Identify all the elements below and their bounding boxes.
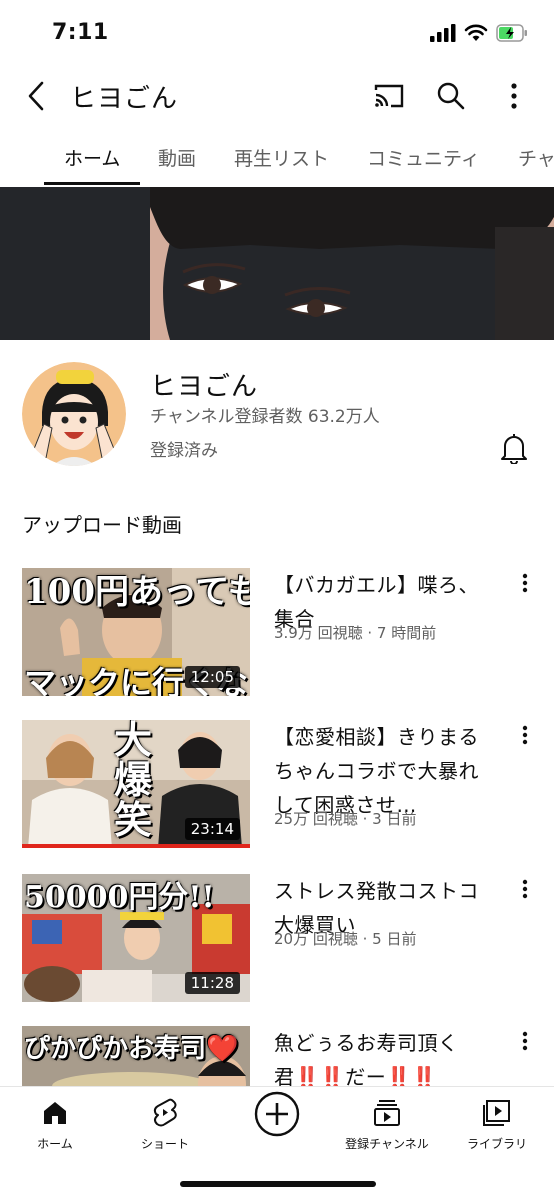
thumbnail-caption: 大爆笑 bbox=[114, 720, 153, 842]
video-duration: 12:05 bbox=[184, 666, 240, 688]
video-item[interactable]: 大爆笑 23:14 【恋愛相談】きりまるちゃんコラボで大暴れして困惑させ… 25… bbox=[0, 720, 554, 860]
more-vertical-icon bbox=[522, 573, 528, 593]
tab-channels[interactable]: チャ bbox=[518, 144, 554, 171]
home-icon bbox=[44, 1102, 66, 1124]
app-header: ヒヨごん bbox=[0, 64, 554, 128]
channel-banner bbox=[0, 187, 554, 340]
nav-home[interactable]: ホーム bbox=[0, 1095, 110, 1155]
active-tab-indicator bbox=[44, 182, 140, 185]
thumbnail-caption: 50000円分!! bbox=[24, 880, 215, 915]
video-title[interactable]: 【恋愛相談】きりまるちゃんコラボで大暴れして困惑させ… bbox=[274, 720, 498, 822]
thumbnail-caption: ぴかぴかお寿司❤️ bbox=[24, 1034, 239, 1064]
subscriber-count: チャンネル登録者数 63.2万人 bbox=[150, 407, 380, 427]
channel-avatar[interactable] bbox=[22, 362, 126, 466]
nav-home-label: ホーム bbox=[37, 1137, 73, 1151]
status-icons bbox=[430, 24, 528, 42]
more-options-button[interactable] bbox=[494, 76, 534, 116]
video-duration: 23:14 bbox=[184, 818, 240, 840]
header-title: ヒヨごん bbox=[70, 84, 179, 114]
video-more-button[interactable] bbox=[510, 720, 540, 750]
more-vertical-icon bbox=[522, 1031, 528, 1051]
video-more-button[interactable] bbox=[510, 568, 540, 598]
video-item[interactable]: 50000円分!! 11:28 ストレス発散コストコ大爆買い 20万 回視聴 ·… bbox=[0, 874, 554, 1014]
video-thumbnail[interactable]: 50000円分!! 11:28 bbox=[22, 874, 250, 1002]
cellular-signal-icon bbox=[430, 24, 456, 42]
video-thumbnail[interactable]: 大爆笑 23:14 bbox=[22, 720, 250, 848]
banner-image bbox=[0, 187, 554, 340]
search-button[interactable] bbox=[431, 76, 471, 116]
battery-charging-icon bbox=[496, 24, 527, 42]
status-bar: 7:11 bbox=[0, 0, 554, 64]
tab-home[interactable]: ホーム bbox=[64, 144, 120, 171]
search-icon bbox=[437, 82, 465, 110]
video-more-button[interactable] bbox=[510, 874, 540, 904]
nav-create[interactable] bbox=[222, 1089, 332, 1149]
tab-playlists[interactable]: 再生リスト bbox=[234, 144, 329, 171]
video-thumbnail[interactable]: 100円あっても マックに行くな 12:05 bbox=[22, 568, 250, 696]
nav-shorts[interactable]: ショート bbox=[110, 1095, 220, 1155]
chevron-left-icon bbox=[28, 81, 44, 111]
channel-name: ヒヨごん bbox=[150, 372, 259, 402]
tab-community[interactable]: コミュニティ bbox=[367, 144, 480, 171]
home-indicator bbox=[180, 1181, 376, 1187]
bell-icon bbox=[501, 434, 527, 464]
video-duration: 11:28 bbox=[184, 972, 240, 994]
subscriptions-icon bbox=[374, 1100, 400, 1126]
more-vertical-icon bbox=[522, 879, 528, 899]
nav-library-label: ライブラリ bbox=[466, 1137, 527, 1151]
tab-videos[interactable]: 動画 bbox=[158, 144, 196, 171]
video-meta: 25万 回視聴 · 3 日前 bbox=[274, 810, 417, 828]
video-item[interactable]: ぴかぴかお寿司❤️ 魚どぅるお寿司頂く君‼️‼️だー‼️‼️ bbox=[0, 1026, 554, 1086]
video-meta: 20万 回視聴 · 5 日前 bbox=[274, 930, 417, 948]
status-time: 7:11 bbox=[52, 20, 109, 45]
nav-shorts-label: ショート bbox=[140, 1137, 189, 1151]
nav-subscriptions-label: 登録チャンネル bbox=[345, 1137, 429, 1151]
more-vertical-icon bbox=[511, 83, 517, 109]
more-vertical-icon bbox=[522, 725, 528, 745]
uploads-section-title: アップロード動画 bbox=[22, 513, 182, 537]
back-button[interactable] bbox=[18, 78, 54, 114]
create-plus-icon bbox=[254, 1091, 300, 1137]
thumbnail-caption-top: 100円あっても bbox=[24, 572, 250, 612]
subscribed-button[interactable]: 登録済み bbox=[150, 436, 218, 461]
video-thumbnail[interactable]: ぴかぴかお寿司❤️ bbox=[22, 1026, 250, 1086]
video-meta: 3.9万 回視聴 · 7 時間前 bbox=[274, 624, 437, 642]
cast-icon bbox=[374, 84, 404, 108]
notification-bell-button[interactable] bbox=[496, 428, 532, 468]
cast-button[interactable] bbox=[369, 76, 409, 116]
video-title[interactable]: 魚どぅるお寿司頂く君‼️‼️だー‼️‼️ bbox=[274, 1026, 498, 1086]
nav-library[interactable]: ライブラリ bbox=[442, 1095, 552, 1155]
wifi-icon bbox=[464, 24, 488, 41]
shorts-icon bbox=[153, 1098, 177, 1127]
video-item[interactable]: 100円あっても マックに行くな 12:05 【バカガエル】喋ろ、集合 3.9万… bbox=[0, 568, 554, 708]
nav-subscriptions[interactable]: 登録チャンネル bbox=[332, 1095, 442, 1155]
channel-tabs: ホーム 動画 再生リスト コミュニティ チャ bbox=[0, 128, 554, 186]
video-more-button[interactable] bbox=[510, 1026, 540, 1056]
library-icon bbox=[483, 1100, 510, 1126]
